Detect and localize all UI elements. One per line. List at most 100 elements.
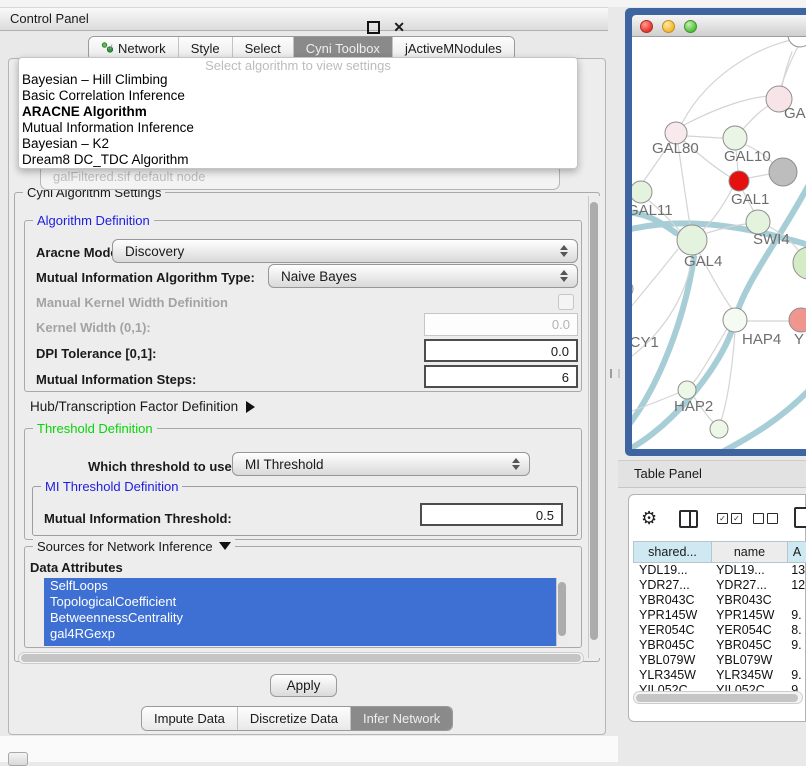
mi-steps-label: Mutual Information Steps:: [36, 372, 196, 387]
checked-boxes-icon[interactable]: ✓✓: [717, 513, 742, 524]
algorithm-option[interactable]: Mutual Information Inference: [19, 120, 577, 136]
network-node-y[interactable]: [789, 308, 806, 332]
dpi-tolerance-field[interactable]: 0.0: [424, 339, 578, 362]
network-canvas[interactable]: GALGAL80GAL10GAL1GAL11SWI4GAL4GCY1HAP4YH…: [632, 37, 806, 449]
table-header[interactable]: shared...nameA: [633, 541, 806, 563]
aracne-mode-value: Discovery: [125, 244, 184, 259]
settings-hscrollbar[interactable]: [18, 652, 584, 664]
network-graph[interactable]: GALGAL80GAL10GAL1GAL11SWI4GAL4GCY1HAP4YH…: [632, 37, 806, 449]
network-node[interactable]: [632, 280, 633, 298]
node-label: GAL: [784, 105, 806, 122]
network-node[interactable]: [793, 247, 806, 279]
network-node-gal11[interactable]: [632, 181, 652, 203]
dpi-tolerance-label: DPI Tolerance [0,1]:: [36, 346, 156, 361]
sources-group-title[interactable]: Sources for Network Inference: [33, 539, 235, 554]
algorithm-option[interactable]: Bayesian – K2: [19, 136, 577, 152]
algorithm-option[interactable]: Basic Correlation Inference: [19, 88, 577, 104]
tab-label: Discretize Data: [250, 707, 338, 730]
attributes-vscrollbar[interactable]: [556, 578, 568, 646]
table-cell: 9.: [785, 638, 805, 653]
table-cell: YDL19...: [633, 563, 710, 578]
hub-definition-label: Hub/Transcription Factor Definition: [30, 399, 238, 414]
data-attributes-list[interactable]: SelfLoopsTopologicalCoefficientBetweenne…: [44, 578, 556, 646]
network-edge: [749, 174, 770, 178]
gear-icon[interactable]: ⚙: [641, 509, 657, 527]
node-label: GAL1: [731, 191, 769, 208]
node-label: HAP4: [742, 331, 781, 348]
table-cell: YER054C: [710, 623, 785, 638]
column-header[interactable]: name: [711, 541, 787, 563]
combo-arrows-icon: [512, 458, 520, 470]
aracne-mode-combo[interactable]: Discovery: [112, 239, 578, 263]
mi-type-combo[interactable]: Naive Bayes: [268, 264, 578, 288]
attribute-item[interactable]: gal4RGexp: [44, 626, 556, 642]
network-node-gal1[interactable]: [729, 171, 749, 191]
algorithm-option[interactable]: Bayesian – Hill Climbing: [19, 72, 577, 88]
column-header[interactable]: A: [787, 541, 806, 563]
table-row[interactable]: YER054CYER054C8.: [633, 623, 805, 638]
attribute-item[interactable]: TopologicalCoefficient: [44, 594, 556, 610]
mi-threshold-label: Mutual Information Threshold:: [44, 511, 232, 526]
apply-button[interactable]: Apply: [270, 674, 337, 697]
table-cell: 9.: [785, 608, 805, 623]
network-edge: [632, 249, 678, 318]
table-cell: YPR145W: [710, 608, 785, 623]
mi-steps-field[interactable]: 6: [424, 365, 578, 388]
table-row[interactable]: YDR27...YDR27...12: [633, 578, 805, 593]
table-cell: YLR345W: [710, 668, 785, 683]
bottom-tabbar: Impute Data Discretize Data Infer Network: [141, 706, 453, 731]
mini-corner-button[interactable]: [8, 752, 28, 766]
network-node-hap4[interactable]: [723, 308, 747, 332]
attribute-item[interactable]: BetweennessCentrality: [44, 610, 556, 626]
node-label: GAL10: [724, 148, 771, 165]
tab-discretize-data[interactable]: Discretize Data: [238, 707, 351, 730]
which-threshold-combo[interactable]: MI Threshold: [232, 452, 530, 476]
table-row[interactable]: YBL079WYBL079W: [633, 653, 805, 668]
table-row[interactable]: YPR145WYPR145W9.: [633, 608, 805, 623]
settings-vscrollbar[interactable]: [588, 196, 600, 658]
unchecked-boxes-icon[interactable]: [753, 513, 778, 524]
table-panel-title: Table Panel: [634, 466, 702, 481]
network-node[interactable]: [788, 37, 806, 47]
column-header[interactable]: shared...: [633, 541, 711, 563]
mi-type-label: Mutual Information Algorithm Type:: [36, 270, 255, 285]
split-columns-icon[interactable]: [679, 510, 698, 528]
table-row[interactable]: YBR045CYBR045C9.: [633, 638, 805, 653]
table-hscrollbar[interactable]: [633, 691, 803, 704]
table-row[interactable]: YDL19...YDL19...13: [633, 563, 805, 578]
divider-grip[interactable]: [610, 369, 620, 378]
table-row[interactable]: YBR043CYBR043C: [633, 593, 805, 608]
network-node[interactable]: [769, 158, 797, 186]
manual-kernel-checkbox[interactable]: [558, 294, 574, 310]
attribute-item[interactable]: SelfLoops: [44, 578, 556, 594]
network-node-gal10[interactable]: [723, 126, 747, 150]
minimize-traffic-light-icon[interactable]: [662, 20, 675, 33]
table-cell: YDL19...: [710, 563, 785, 578]
partial-toolbar-icon[interactable]: [794, 507, 806, 528]
table-cell: YBL079W: [710, 653, 785, 668]
table-row[interactable]: YLR345WYLR345W9.: [633, 668, 805, 683]
network-node[interactable]: [710, 420, 728, 438]
close-traffic-light-icon[interactable]: [640, 20, 653, 33]
algorithm-option[interactable]: Dream8 DC_TDC Algorithm: [19, 152, 577, 168]
float-window-icon[interactable]: [367, 21, 380, 34]
table-cell: YDR27...: [710, 578, 785, 593]
tab-impute-data[interactable]: Impute Data: [142, 707, 238, 730]
algorithm-list: Bayesian – Hill ClimbingBasic Correlatio…: [19, 72, 577, 168]
network-window-titlebar[interactable]: [632, 15, 806, 37]
tab-infer-network[interactable]: Infer Network: [351, 707, 452, 730]
network-edge: [743, 105, 770, 129]
combo-arrows-icon: [560, 245, 568, 257]
algorithm-definition-title: Algorithm Definition: [33, 213, 154, 228]
algorithm-option[interactable]: ARACNE Algorithm: [19, 104, 577, 120]
table-cell: 12: [785, 578, 805, 593]
network-node-gal4[interactable]: [677, 225, 707, 255]
kernel-width-field[interactable]: 0.0: [424, 313, 578, 336]
mi-threshold-field[interactable]: 0.5: [420, 503, 563, 526]
zoom-traffic-light-icon[interactable]: [684, 20, 697, 33]
hub-definition-toggle[interactable]: Hub/Transcription Factor Definition: [30, 399, 255, 414]
network-node-hap2[interactable]: [678, 381, 696, 399]
table-body[interactable]: YDL19...YDL19...13YDR27...YDR27...12YBR0…: [633, 563, 805, 698]
table-cell: YBL079W: [633, 653, 710, 668]
close-icon[interactable]: ✕: [393, 16, 405, 38]
